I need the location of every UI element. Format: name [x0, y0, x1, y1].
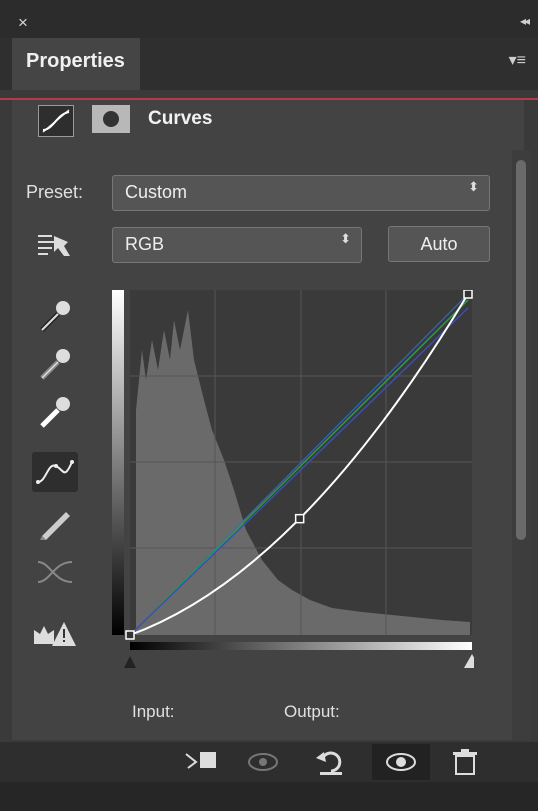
input-label: Input: [132, 702, 175, 721]
preset-label: Preset: [26, 182, 84, 202]
white-point-slider[interactable] [464, 654, 480, 668]
tab-bar: Properties [0, 38, 538, 90]
curve-control-point[interactable] [294, 513, 305, 524]
collapse-icon[interactable]: ◂◂ [520, 14, 530, 28]
scrollbar-thumb[interactable] [516, 160, 526, 540]
preset-value: Custom [125, 182, 188, 202]
preset-dropdown[interactable]: Custom ⬍ [112, 175, 490, 211]
adjustment-title: Curves [148, 108, 213, 129]
bottom-strip [0, 782, 538, 811]
curves-graph-svg[interactable] [112, 289, 480, 670]
curves-graph[interactable] [112, 289, 480, 670]
view-previous-state-icon[interactable] [244, 746, 282, 778]
edit-points-curve-icon[interactable] [32, 452, 78, 492]
draw-pencil-icon[interactable] [32, 502, 78, 542]
visibility-eye-icon[interactable] [382, 746, 420, 778]
black-point-eyedropper-icon[interactable] [32, 296, 78, 336]
white-point-eyedropper-icon[interactable] [32, 392, 78, 432]
delete-trash-icon[interactable] [446, 746, 484, 778]
gray-point-eyedropper-icon[interactable] [32, 344, 78, 384]
clip-to-layer-icon[interactable] [182, 746, 220, 778]
layer-mask-icon[interactable] [92, 105, 130, 133]
channel-value: RGB [125, 234, 165, 254]
reset-icon[interactable] [312, 746, 350, 778]
channel-dropdown[interactable]: RGB ⬍ [112, 227, 362, 263]
panel-menu-icon[interactable]: ▾≡ [509, 50, 526, 70]
output-gradient-bar [112, 290, 124, 635]
panel-title-strip [0, 0, 538, 38]
curve-control-point[interactable] [463, 289, 473, 299]
auto-button[interactable]: Auto [388, 226, 490, 262]
input-gradient-bar [130, 642, 472, 650]
output-label: Output: [284, 702, 340, 721]
curves-adjustment-icon[interactable] [38, 105, 74, 137]
curve-control-point[interactable] [125, 630, 135, 640]
tab-properties[interactable]: Properties [12, 38, 140, 90]
channel-updown-icon: ⬍ [340, 231, 351, 246]
sample-in-image-icon[interactable] [32, 226, 78, 266]
tab-properties-label: Properties [26, 50, 125, 72]
preset-updown-icon: ⬍ [468, 179, 479, 194]
black-point-slider[interactable] [124, 656, 136, 668]
smooth-curve-icon[interactable] [32, 552, 78, 592]
clipping-warning-icon[interactable] [32, 612, 78, 652]
close-icon[interactable]: × [18, 14, 28, 31]
